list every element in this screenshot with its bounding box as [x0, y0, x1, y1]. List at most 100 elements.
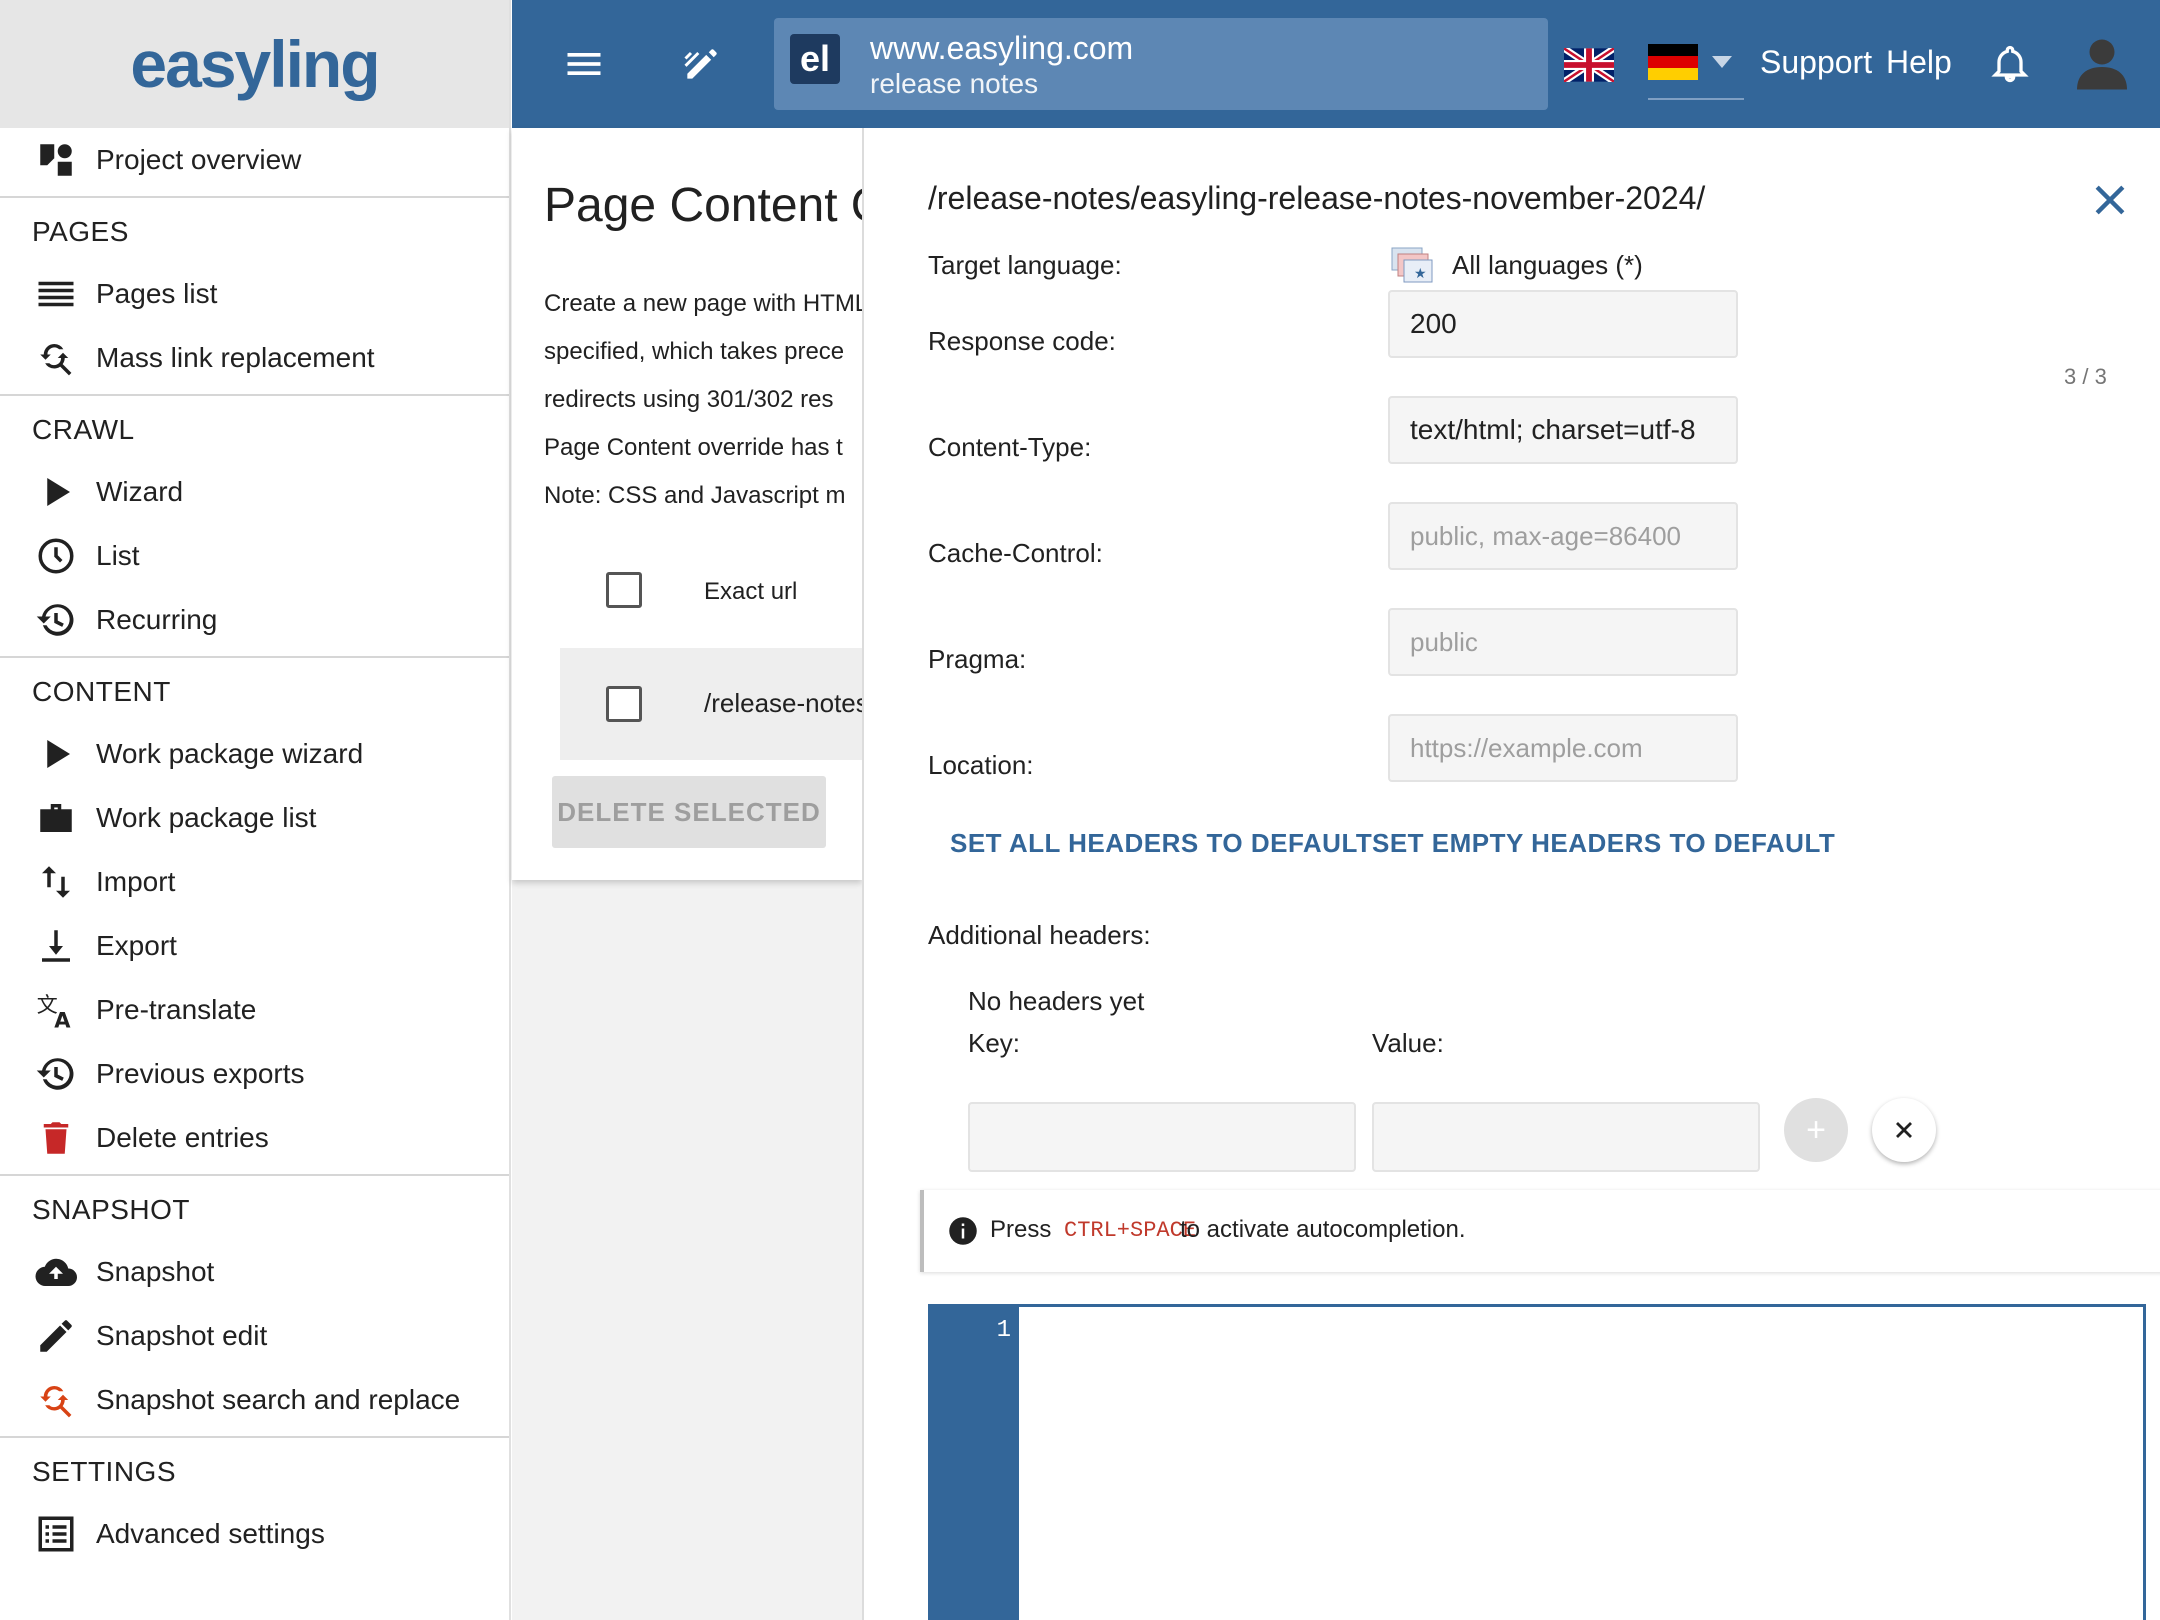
sidebar-item-work-package-wizard[interactable]: Work package wizard [0, 722, 509, 786]
sidebar-item-label: Previous exports [96, 1058, 305, 1089]
header-value-input[interactable] [1372, 1102, 1760, 1172]
header-key-input[interactable] [968, 1102, 1356, 1172]
sidebar-item-label: Work package wizard [96, 738, 364, 769]
sidebar-item-mass-link-replacement[interactable]: Mass link replacement [0, 326, 509, 390]
pragma-input[interactable]: public [1388, 608, 1738, 676]
close-icon [1896, 1122, 1912, 1138]
cache-control-label: Cache-Control: [928, 538, 1103, 568]
column-header-exact-url[interactable]: Exact url [704, 578, 797, 606]
play-icon [32, 730, 80, 778]
sidebar-item-label: Import [96, 866, 176, 897]
description-line: Note: CSS and Javascript m [544, 482, 846, 509]
german-flag-icon[interactable] [1648, 44, 1698, 80]
location-input[interactable]: https://example.com [1388, 714, 1738, 782]
sidebar-item-import[interactable]: Import [0, 850, 509, 914]
value-label: Value: [1372, 1028, 1444, 1058]
sidebar-item-label: Mass link replacement [96, 342, 375, 373]
divider [0, 394, 509, 396]
set-empty-headers-default-button[interactable]: SET EMPTY HEADERS TO DEFAULT [1372, 828, 1835, 859]
content-code-editor[interactable]: 1 [928, 1304, 2146, 1620]
sidebar-item-list[interactable]: List [0, 524, 509, 588]
list-icon [32, 270, 80, 318]
delete-selected-button[interactable]: DELETE SELECTED [552, 776, 826, 848]
sidebar-item-delete-entries[interactable]: Delete entries [0, 1106, 509, 1170]
description-line: redirects using 301/302 res [544, 386, 834, 413]
bell-icon[interactable] [1986, 40, 2034, 88]
row-checkbox[interactable] [606, 686, 642, 722]
project-selector[interactable]: el www.easyling.com release notes [774, 18, 1614, 110]
import-arrows-icon [32, 858, 80, 906]
response-code-label: Response code: [928, 326, 1116, 356]
user-avatar-icon[interactable] [2072, 32, 2132, 92]
section-settings: SETTINGS [32, 1456, 177, 1487]
content-type-label: Content-Type: [928, 432, 1092, 462]
divider [0, 1436, 509, 1438]
target-language-value[interactable]: All languages (*) [1452, 250, 1643, 281]
sidebar-item-pre-translate[interactable]: 文A Pre-translate [0, 978, 509, 1042]
project-overview-icon [32, 136, 80, 184]
key-label: Key: [968, 1028, 1021, 1058]
sidebar-item-label: Work package list [96, 802, 317, 833]
select-all-checkbox[interactable] [606, 572, 642, 608]
close-icon[interactable] [2088, 178, 2132, 222]
top-bar: el www.easyling.com release notes Suppor… [512, 0, 2160, 128]
sidebar-item-export[interactable]: Export [0, 914, 509, 978]
add-header-button[interactable]: + [1784, 1098, 1848, 1162]
menu-icon[interactable] [560, 40, 608, 88]
uk-flag-icon[interactable] [1564, 48, 1614, 82]
character-counter: 3 / 3 [2064, 364, 2107, 389]
sidebar-item-project-overview[interactable]: Project overview [0, 128, 509, 192]
response-code-input[interactable]: 200 [1388, 290, 1738, 358]
pencil-icon [32, 1312, 80, 1360]
trash-icon [32, 1114, 80, 1162]
search-replace-icon [32, 1376, 80, 1424]
sidebar-item-wizard[interactable]: Wizard [0, 460, 509, 524]
sidebar-item-label: Export [96, 930, 177, 961]
clock-icon [32, 532, 80, 580]
hint-text: to activate autocompletion. [1180, 1216, 1466, 1243]
project-logo: el [790, 34, 840, 84]
chevron-down-icon[interactable] [1712, 56, 1732, 68]
sidebar: easyling Project overview PAGES Pages li… [0, 0, 511, 1620]
briefcase-icon [32, 794, 80, 842]
sidebar-item-snapshot-edit[interactable]: Snapshot edit [0, 1304, 509, 1368]
section-crawl: CRAWL [32, 414, 135, 445]
easyling-logo[interactable]: easyling [130, 26, 380, 102]
override-detail-panel: /release-notes/easyling-release-notes-no… [862, 128, 2160, 1620]
page-content-area: Page Content Overrides Create a new page… [512, 128, 862, 1620]
logo-area[interactable]: easyling [0, 0, 509, 128]
support-link[interactable]: Support [1760, 44, 1872, 81]
divider [0, 1174, 509, 1176]
pragma-label: Pragma: [928, 644, 1027, 674]
sidebar-item-snapshot[interactable]: Snapshot [0, 1240, 509, 1304]
divider [0, 656, 509, 658]
download-icon [32, 922, 80, 970]
help-link[interactable]: Help [1886, 44, 1952, 81]
sidebar-item-advanced-settings[interactable]: Advanced settings [0, 1502, 509, 1566]
sidebar-item-snapshot-search-replace[interactable]: Snapshot search and replace [0, 1368, 509, 1432]
sidebar-item-label: Snapshot edit [96, 1320, 268, 1351]
sidebar-item-recurring[interactable]: Recurring [0, 588, 509, 652]
autocomplete-hint: Press CTRL+SPACE to activate autocomplet… [920, 1190, 2160, 1272]
sidebar-item-label: Snapshot [96, 1256, 215, 1287]
cache-control-input[interactable]: public, max-age=86400 [1388, 502, 1738, 570]
sidebar-item-pages-list[interactable]: Pages list [0, 262, 509, 326]
sidebar-item-work-package-list[interactable]: Work package list [0, 786, 509, 850]
play-icon [32, 468, 80, 516]
sidebar-item-previous-exports[interactable]: Previous exports [0, 1042, 509, 1106]
project-domain: www.easyling.com [870, 30, 1134, 66]
hint-shortcut: CTRL+SPACE [1064, 1218, 1197, 1243]
editor-gutter: 1 [931, 1307, 1019, 1620]
sidebar-item-label: Snapshot search and replace [96, 1384, 461, 1415]
page-content-card: Page Content Overrides Create a new page… [512, 128, 862, 880]
sidebar-item-label: Recurring [96, 604, 218, 635]
set-all-headers-default-button[interactable]: SET ALL HEADERS TO DEFAULT [950, 828, 1372, 859]
sidebar-item-label: Advanced settings [96, 1518, 325, 1549]
remove-header-button[interactable] [1872, 1098, 1936, 1162]
all-languages-icon: ★ [1391, 247, 1433, 283]
row-url: /release-notes/easyling-release-notes-no… [704, 688, 862, 718]
edit-mode-icon[interactable] [678, 40, 726, 88]
sidebar-item-label: Pre-translate [96, 994, 257, 1025]
content-type-input[interactable]: text/html; charset=utf-8 [1388, 396, 1738, 464]
table-row[interactable]: /release-notes/easyling-release-notes-no… [560, 648, 862, 760]
